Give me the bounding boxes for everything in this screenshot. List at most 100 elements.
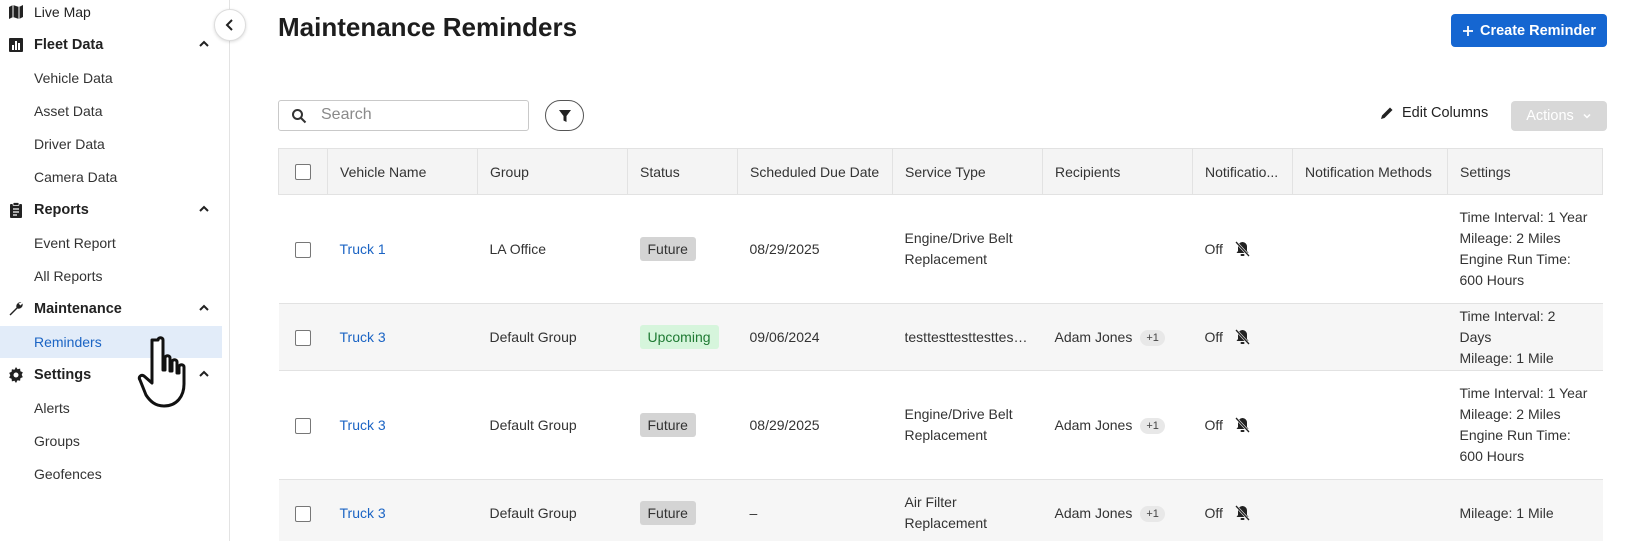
row-select-cell — [278, 303, 328, 371]
sidebar-item-label: Alerts — [34, 400, 70, 416]
collapse-sidebar-button[interactable] — [214, 9, 246, 41]
recipient-name: Adam Jones — [1054, 504, 1133, 521]
row-checkbox[interactable] — [294, 329, 311, 346]
service-type-cell: Engine/Drive Belt Replacement — [892, 194, 1043, 304]
plus-icon — [1462, 25, 1473, 36]
more-recipients-badge[interactable]: +1 — [1140, 417, 1165, 434]
settings-line: Engine Run Time: 600 Hours — [1459, 251, 1571, 288]
service-type-cell: testtesttesttesttesttest — [904, 328, 1031, 345]
row-checkbox[interactable] — [294, 241, 311, 258]
more-recipients-badge[interactable]: +1 — [1140, 329, 1165, 346]
bar-chart-icon — [9, 38, 23, 52]
column-header[interactable]: Recipients — [1042, 148, 1193, 195]
sidebar-item-label: Asset Data — [34, 103, 103, 119]
vehicle-link[interactable]: Truck 3 — [340, 505, 386, 521]
sidebar-item-label: Settings — [34, 367, 92, 383]
settings-line: Engine Run Time: 600 Hours — [1459, 427, 1571, 464]
settings-cell: Time Interval: 2 Days Mileage: 1 Mile — [1447, 303, 1603, 371]
notification-status: Off — [1204, 328, 1223, 345]
sidebar-item-label: Live Map — [34, 4, 91, 20]
row-select-cell — [278, 370, 328, 480]
settings-line: Time Interval: 1 Year — [1459, 385, 1588, 401]
clipboard-icon — [10, 202, 22, 218]
column-header[interactable]: Service Type — [892, 148, 1043, 195]
settings-line: Mileage: 1 Mile — [1459, 504, 1554, 521]
sidebar-item-groups[interactable]: Groups — [0, 425, 222, 457]
column-header[interactable]: Status — [627, 148, 738, 195]
table-row: Truck 3 Default Group Future 08/29/2025 … — [278, 370, 1603, 480]
notification-status: Off — [1204, 504, 1223, 521]
status-badge: Future — [639, 413, 696, 437]
filter-button[interactable] — [545, 100, 584, 131]
notification-status: Off — [1204, 240, 1223, 257]
search-input[interactable] — [321, 106, 521, 124]
due-date-cell: 08/29/2025 — [737, 194, 893, 304]
actions-label: Actions — [1526, 108, 1574, 124]
sidebar-item-event-report[interactable]: Event Report — [0, 227, 222, 259]
row-checkbox[interactable] — [294, 417, 311, 434]
actions-dropdown[interactable]: Actions — [1511, 101, 1607, 131]
page-title: Maintenance Reminders — [278, 12, 578, 42]
group-cell: LA Office — [477, 194, 628, 304]
column-header[interactable]: Settings — [1447, 148, 1603, 195]
table-row: Truck 3 Default Group Upcoming 09/06/202… — [278, 303, 1603, 371]
select-all-cell — [278, 148, 328, 195]
sidebar-item-label: Driver Data — [34, 136, 105, 152]
settings-line: Time Interval: 1 Year — [1459, 209, 1588, 225]
sidebar-item-camera-data[interactable]: Camera Data — [0, 161, 222, 193]
vehicle-link[interactable]: Truck 3 — [340, 417, 386, 433]
status-badge: Future — [639, 237, 696, 261]
column-header[interactable]: Group — [477, 148, 628, 195]
more-recipients-badge[interactable]: +1 — [1140, 505, 1165, 522]
due-date-cell: 09/06/2024 — [737, 303, 893, 371]
search-icon — [292, 109, 307, 124]
group-cell: Default Group — [477, 370, 628, 480]
bell-off-icon — [1235, 417, 1250, 433]
bell-off-icon — [1235, 505, 1250, 521]
sidebar-section-maintenance[interactable]: Maintenance — [0, 293, 222, 325]
gear-icon — [9, 367, 23, 383]
sidebar-item-driver-data[interactable]: Driver Data — [0, 128, 222, 160]
settings-line: Mileage: 2 Miles — [1459, 406, 1561, 422]
bell-off-icon — [1235, 329, 1250, 345]
recipients-cell: Adam Jones +1 — [1042, 370, 1193, 480]
sidebar-item-label: Groups — [34, 433, 80, 449]
pencil-icon — [1381, 107, 1393, 119]
sidebar-item-label: Event Report — [34, 235, 116, 251]
notification-status: Off — [1204, 416, 1223, 433]
edit-columns-label: Edit Columns — [1402, 105, 1489, 121]
sidebar-item-label: All Reports — [34, 268, 103, 284]
sidebar-item-label: Reminders — [34, 334, 102, 350]
column-header[interactable]: Scheduled Due Date — [737, 148, 893, 195]
due-date-cell: 08/29/2025 — [737, 370, 893, 480]
sidebar-item-label: Maintenance — [34, 301, 122, 317]
column-header[interactable]: Vehicle Name — [327, 148, 478, 195]
column-header[interactable]: Notificatio... — [1192, 148, 1293, 195]
edit-columns-button[interactable]: Edit Columns — [1380, 105, 1488, 121]
sidebar-section-reports[interactable]: Reports — [0, 194, 222, 226]
sidebar-item-asset-data[interactable]: Asset Data — [0, 95, 222, 127]
search-box — [278, 100, 529, 131]
column-header[interactable]: Notification Methods — [1292, 148, 1448, 195]
recipient-name: Adam Jones — [1054, 328, 1133, 345]
settings-line: Mileage: 2 Miles — [1459, 230, 1561, 246]
sidebar-item-vehicle-data[interactable]: Vehicle Data — [0, 62, 222, 94]
table-header-row: Vehicle Name Group Status Scheduled Due … — [278, 148, 1603, 195]
sidebar-item-geofences[interactable]: Geofences — [0, 458, 222, 490]
sidebar-item-label: Camera Data — [34, 169, 118, 185]
vehicle-link[interactable]: Truck 1 — [340, 241, 386, 257]
sidebar-item-label: Fleet Data — [34, 37, 104, 53]
settings-line: Time Interval: 2 Days — [1459, 307, 1556, 345]
group-cell: Default Group — [477, 479, 628, 541]
sidebar-section-fleet-data[interactable]: Fleet Data — [0, 29, 222, 61]
create-reminder-button[interactable]: Create Reminder — [1451, 14, 1607, 47]
notification-methods-cell — [1292, 303, 1448, 371]
sidebar-item-all-reports[interactable]: All Reports — [0, 260, 222, 292]
select-all-checkbox[interactable] — [295, 164, 311, 181]
vehicle-link[interactable]: Truck 3 — [340, 329, 386, 345]
settings-cell: Time Interval: 1 Year Mileage: 2 Miles E… — [1447, 194, 1603, 304]
sidebar-item-live-map[interactable]: Live Map — [0, 0, 222, 28]
chevron-left-icon — [225, 19, 233, 31]
settings-cell: Mileage: 1 Mile — [1447, 479, 1603, 541]
row-checkbox[interactable] — [294, 505, 311, 522]
